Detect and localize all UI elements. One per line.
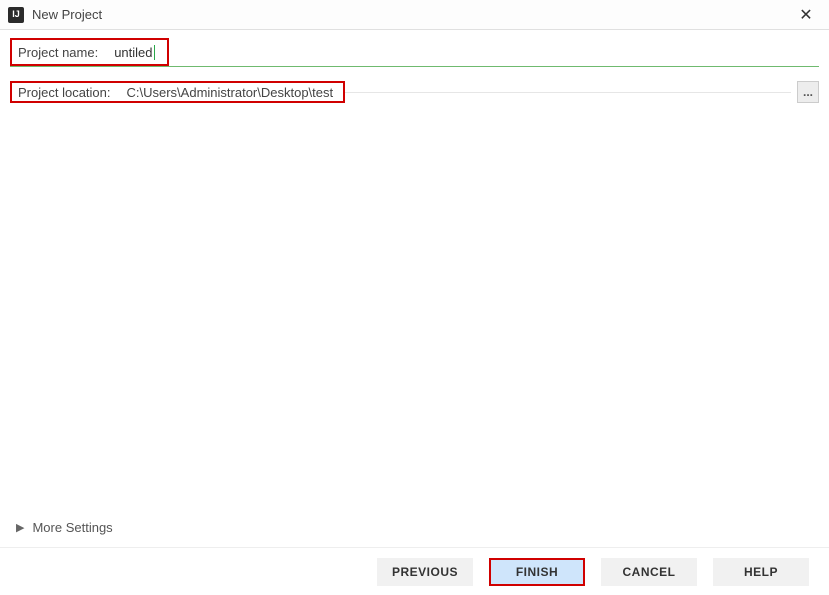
more-settings-toggle[interactable]: ▶ More Settings bbox=[16, 520, 113, 535]
project-name-field-highlight: Project name: untiled bbox=[10, 38, 169, 66]
project-name-row: Project name: untiled bbox=[10, 38, 819, 67]
help-button[interactable]: HELP bbox=[713, 558, 809, 586]
button-bar: PREVIOUS FINISH CANCEL HELP bbox=[0, 547, 829, 595]
project-location-label: Project location: bbox=[12, 85, 117, 100]
close-button[interactable]: ✕ bbox=[791, 5, 821, 25]
project-location-input[interactable]: C:\Users\Administrator\Desktop\test bbox=[117, 85, 334, 100]
location-divider bbox=[345, 92, 791, 93]
window-title: New Project bbox=[32, 7, 102, 22]
app-icon-letter: IJ bbox=[12, 10, 20, 19]
more-settings-label: More Settings bbox=[32, 520, 112, 535]
titlebar: IJ New Project ✕ bbox=[0, 0, 829, 30]
project-location-row: Project location: C:\Users\Administrator… bbox=[10, 81, 819, 103]
finish-button[interactable]: FINISH bbox=[489, 558, 585, 586]
app-icon: IJ bbox=[8, 7, 24, 23]
ellipsis-icon: ... bbox=[803, 85, 813, 99]
chevron-right-icon: ▶ bbox=[16, 521, 24, 534]
browse-location-button[interactable]: ... bbox=[797, 81, 819, 103]
project-name-label: Project name: bbox=[12, 45, 104, 60]
project-location-field-highlight: Project location: C:\Users\Administrator… bbox=[10, 81, 345, 103]
content-area: Project name: untiled Project location: … bbox=[0, 30, 829, 547]
previous-button[interactable]: PREVIOUS bbox=[377, 558, 473, 586]
project-name-input[interactable]: untiled bbox=[104, 45, 152, 60]
cancel-button[interactable]: CANCEL bbox=[601, 558, 697, 586]
text-cursor bbox=[154, 45, 155, 60]
close-icon: ✕ bbox=[799, 7, 812, 24]
